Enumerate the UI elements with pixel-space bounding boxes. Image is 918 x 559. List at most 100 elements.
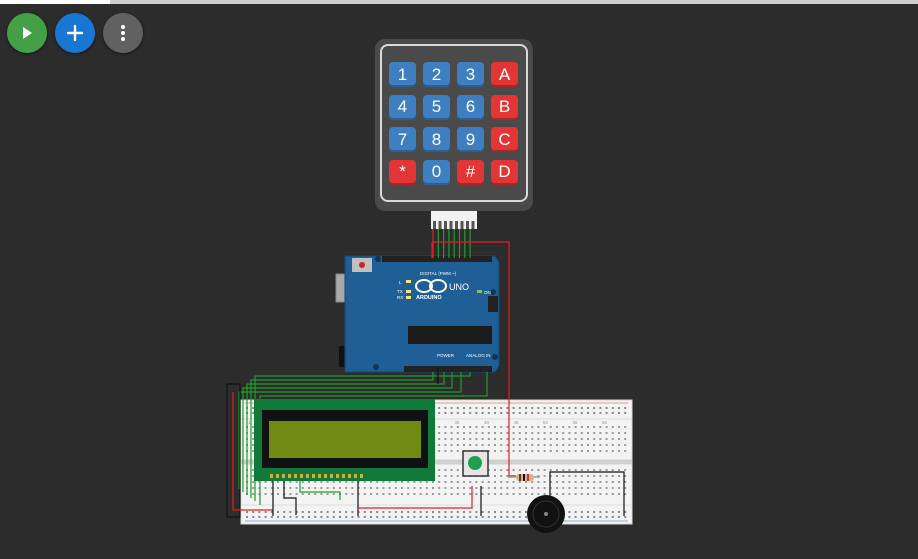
breadboard-hole (388, 493, 391, 495)
breadboard-hole (587, 516, 589, 518)
lcd-pin (336, 474, 339, 478)
piezo-buzzer[interactable] (527, 495, 565, 533)
l-led (406, 280, 411, 283)
breadboard-hole (599, 493, 602, 495)
breadboard-hole (518, 481, 521, 483)
breadboard-hole (481, 412, 484, 414)
breadboard-hole (339, 487, 341, 489)
breadboard-hole (394, 516, 397, 518)
breadboard-hole (543, 407, 546, 409)
breadboard-hole (283, 511, 286, 513)
breadboard-hole (506, 487, 509, 489)
breadboard-hole (605, 438, 608, 440)
breadboard-hole (438, 475, 441, 477)
breadboard-hole (438, 469, 441, 471)
breadboard-hole (506, 444, 509, 446)
breadboard-hole (481, 511, 484, 513)
breadboard-hole (587, 493, 589, 495)
breadboard-hole (438, 407, 441, 409)
breadboard-hole (345, 487, 348, 489)
breadboard-hole (438, 432, 441, 434)
breadboard-hole (556, 493, 558, 495)
breadboard-hole (525, 493, 527, 495)
breadboard-hole (605, 432, 608, 434)
breadboard-hole (568, 426, 571, 428)
icsp-header (488, 296, 498, 312)
breadboard-hole (388, 516, 391, 518)
breadboard-hole (277, 481, 279, 483)
breadboard-hole (556, 412, 558, 414)
breadboard-hole (463, 432, 465, 434)
breadboard-hole (463, 493, 465, 495)
breadboard-hole (456, 487, 459, 489)
breadboard-hole (605, 469, 608, 471)
breadboard-hole (574, 475, 577, 477)
breadboard-hole (549, 469, 552, 471)
breadboard-hole (593, 412, 596, 414)
on-led (477, 290, 482, 293)
breadboard-hole (339, 516, 341, 518)
breadboard-hole (605, 481, 608, 483)
breadboard-hole (574, 412, 577, 414)
breadboard-hole (444, 432, 447, 434)
breadboard-hole (531, 487, 534, 489)
breadboard-hole (574, 444, 577, 446)
breadboard-hole (618, 444, 620, 446)
breadboard-hole (450, 407, 453, 409)
breadboard-hole (618, 438, 620, 440)
breadboard-hole (518, 487, 521, 489)
column-number: 40 (484, 420, 490, 425)
breadboard-hole (481, 407, 484, 409)
mount-hole (492, 354, 498, 360)
breadboard-hole (363, 516, 366, 518)
breadboard-hole (388, 481, 391, 483)
breadboard-hole (568, 516, 571, 518)
breadboard-hole (444, 511, 447, 513)
breadboard-hole (456, 511, 459, 513)
breadboard-hole (599, 444, 602, 446)
breadboard-hole (624, 444, 627, 446)
breadboard-hole (444, 481, 447, 483)
breadboard-hole (450, 438, 453, 440)
breadboard-hole (401, 516, 403, 518)
breadboard-hole (339, 481, 341, 483)
breadboard-hole (326, 487, 329, 489)
breadboard-hole (438, 511, 441, 513)
lcd-pin (324, 474, 327, 478)
breadboard-hole (568, 444, 571, 446)
lcd-16x2[interactable] (254, 399, 435, 481)
breadboard-hole (599, 412, 602, 414)
breadboard-hole (450, 481, 453, 483)
breadboard-hole (500, 475, 503, 477)
breadboard-hole (438, 481, 441, 483)
breadboard-hole (568, 432, 571, 434)
breadboard-hole (444, 493, 447, 495)
breadboard-hole (394, 487, 397, 489)
breadboard-hole (568, 407, 571, 409)
breadboard-hole (512, 438, 515, 440)
breadboard-hole (444, 412, 447, 414)
lcd-pin (342, 474, 345, 478)
breadboard-hole (599, 469, 602, 471)
breadboard-hole (556, 444, 558, 446)
breadboard-hole (277, 516, 279, 518)
pushbutton[interactable] (462, 450, 489, 477)
breadboard-hole (543, 481, 546, 483)
breadboard-hole (531, 450, 534, 452)
breadboard-hole (518, 444, 521, 446)
breadboard-hole (469, 487, 472, 489)
breadboard-hole (376, 493, 379, 495)
breadboard-hole (518, 438, 521, 440)
breadboard-hole (568, 493, 571, 495)
arduino-uno[interactable]: UNO ARDUINO DIGITAL (PWM ~) POWER ANALOG… (335, 255, 500, 373)
breadboard-hole (314, 511, 317, 513)
breadboard-hole (308, 493, 310, 495)
rx-label: RX (397, 295, 403, 300)
breadboard-hole (401, 511, 403, 513)
breadboard-hole (593, 444, 596, 446)
breadboard-hole (574, 516, 577, 518)
breadboard-hole (456, 516, 459, 518)
breadboard-hole (301, 481, 304, 483)
breadboard-hole (481, 487, 484, 489)
breadboard-hole (587, 475, 589, 477)
